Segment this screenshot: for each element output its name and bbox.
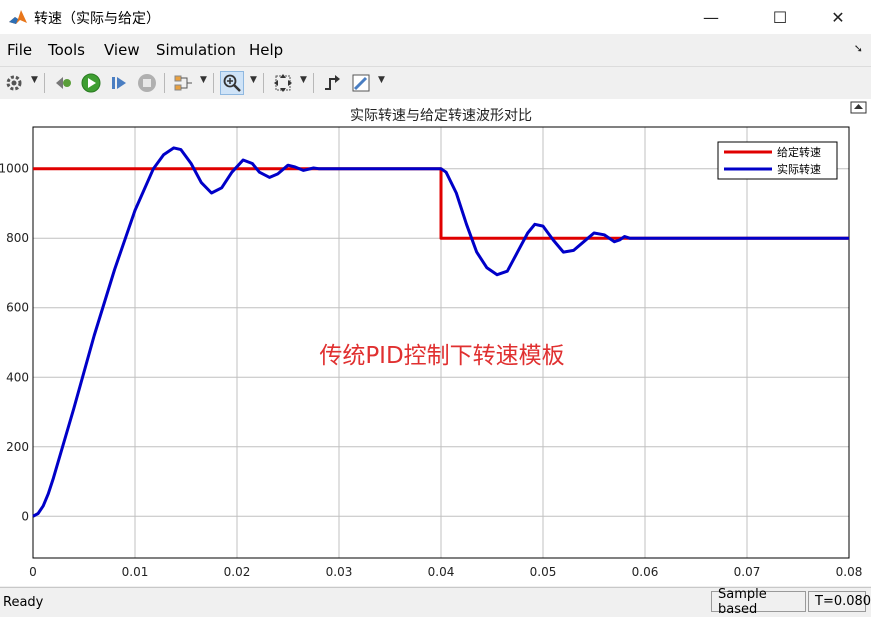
undock-icon[interactable] — [850, 101, 867, 114]
triggers-icon[interactable] — [320, 71, 344, 95]
legend-label: 给定转速 — [777, 145, 821, 159]
chevron-down-icon[interactable]: ▼ — [31, 75, 38, 85]
maximize-button[interactable]: ☐ — [757, 0, 803, 34]
legend-label: 实际转速 — [777, 162, 821, 176]
toolbar-separator — [263, 73, 264, 93]
chevron-down-icon[interactable]: ▼ — [378, 75, 385, 85]
status-bar: Ready Sample based T=0.080 — [0, 587, 871, 617]
x-tick-label: 0.05 — [530, 565, 557, 579]
stop-icon[interactable] — [135, 71, 159, 95]
gear-icon[interactable] — [2, 71, 26, 95]
plot-area: 实际转速与给定转速波形对比 0 0.01 0.02 0.03 0.04 0.05 0.06 0… — [0, 99, 871, 586]
chevron-down-icon[interactable]: ▼ — [300, 75, 307, 85]
status-time: T=0.080 — [808, 591, 871, 612]
y-tick-label: 800 — [6, 231, 29, 245]
y-tick-label: 600 — [6, 301, 29, 315]
x-tick-label: 0.01 — [122, 565, 149, 579]
toolbar-separator — [213, 73, 214, 93]
legend: 给定转速实际转速 — [717, 141, 838, 180]
y-tick-label: 200 — [6, 440, 29, 454]
close-button[interactable]: ✕ — [815, 0, 861, 34]
y-tick-label: 1000 — [0, 162, 29, 176]
x-tick-label: 0.02 — [224, 565, 251, 579]
speed-chart[interactable]: 实际转速与给定转速波形对比 0 0.01 0.02 0.03 0.04 0.05 0.06 0… — [0, 99, 871, 586]
x-tick-label: 0.08 — [836, 565, 863, 579]
toolbar-separator — [313, 73, 314, 93]
signal-select-icon[interactable] — [171, 71, 195, 95]
chevron-down-icon[interactable]: ▼ — [250, 75, 257, 85]
toolbar: ▼ ▼ ▼ ▼ ▼ — [0, 66, 871, 100]
x-tick-label: 0 — [29, 565, 37, 579]
x-tick-label: 0.04 — [428, 565, 455, 579]
chevron-down-icon[interactable]: ▼ — [200, 75, 207, 85]
run-icon[interactable] — [79, 71, 103, 95]
chart-title: 实际转速与给定转速波形对比 — [350, 108, 532, 124]
restore-icon[interactable] — [51, 71, 75, 95]
y-tick-label: 0 — [21, 509, 29, 523]
status-ready: Ready — [3, 595, 44, 610]
toolbar-separator — [164, 73, 165, 93]
toolbar-separator — [44, 73, 45, 93]
zoom-in-icon[interactable] — [220, 71, 244, 95]
menu-simulation[interactable]: Simulation — [156, 41, 236, 59]
x-tick-label: 0.06 — [632, 565, 659, 579]
step-forward-icon[interactable] — [107, 71, 131, 95]
menu-overflow-icon[interactable]: ➘ — [854, 42, 863, 55]
x-tick-label: 0.07 — [734, 565, 761, 579]
menu-bar: File Tools View Simulation Help ➘ — [0, 36, 871, 64]
minimize-button[interactable]: — — [688, 0, 734, 34]
fit-to-view-icon[interactable] — [271, 71, 295, 95]
menu-help[interactable]: Help — [249, 41, 283, 59]
highlight-icon[interactable] — [349, 71, 373, 95]
y-tick-label: 400 — [6, 370, 29, 384]
menu-tools[interactable]: Tools — [48, 41, 85, 59]
menu-file[interactable]: File — [7, 41, 32, 59]
window-titlebar: 转速（实际与给定） — ☐ ✕ — [0, 0, 871, 34]
status-sample-mode: Sample based — [711, 587, 806, 617]
chart-annotation: 传统PID控制下转速模板 — [319, 343, 564, 369]
x-tick-label: 0.03 — [326, 565, 353, 579]
matlab-logo-icon — [8, 7, 28, 27]
menu-view[interactable]: View — [104, 41, 140, 59]
window-title: 转速（实际与给定） — [34, 11, 160, 27]
